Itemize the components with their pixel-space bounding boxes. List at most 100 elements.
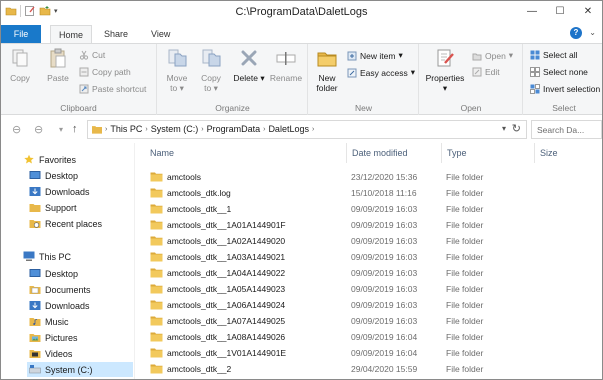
file-row[interactable]: amctools_dtk__1A03A1449021 09/09/2019 16… — [135, 249, 602, 265]
file-row[interactable]: amctools 23/12/2020 15:36 File folder — [135, 169, 602, 185]
tab-share[interactable]: Share — [96, 25, 136, 43]
refresh-icon[interactable]: ↻ — [512, 122, 521, 135]
nav-pc-desktop[interactable]: Desktop — [29, 266, 78, 281]
properties-button[interactable]: Properties ▾ — [423, 47, 467, 93]
file-name: amctools_dtk__1A02A1449020 — [167, 236, 286, 246]
cut-button[interactable]: Cut — [79, 50, 105, 60]
nav-pc-downloads[interactable]: Downloads — [29, 298, 90, 313]
breadcrumb-separator-icon: › — [311, 125, 315, 133]
file-row[interactable]: amctools_dtk__1A02A1449020 09/09/2019 16… — [135, 233, 602, 249]
file-date: 09/09/2019 16:04 — [351, 348, 418, 358]
copy-button[interactable]: Copy — [7, 47, 33, 83]
breadcrumb-daletlogs[interactable]: DaletLogs — [268, 124, 309, 134]
nav-favorites[interactable]: Favorites — [23, 152, 76, 167]
copy-path-button[interactable]: Copy path — [79, 67, 131, 77]
file-row[interactable]: amctools_dtk__1A04A1449022 09/09/2019 16… — [135, 265, 602, 281]
title-bar: ▾ C:\ProgramData\DaletLogs — ☐ ✕ — [1, 1, 602, 25]
column-header-type[interactable]: Type — [447, 148, 467, 158]
file-type: File folder — [446, 204, 484, 214]
ribbon-tabs: File Home Share View ⌄ ? — [1, 25, 602, 43]
new-folder-button[interactable]: New folder — [313, 47, 341, 93]
new-item-button[interactable]: New item ▾ — [347, 50, 403, 61]
paste-button[interactable]: Paste — [45, 47, 71, 83]
column-header-name[interactable]: Name — [150, 148, 174, 158]
search-box[interactable]: Search Da... — [531, 120, 602, 139]
column-divider[interactable] — [346, 143, 347, 163]
folder-icon — [150, 252, 163, 262]
nav-pc-documents[interactable]: Documents — [29, 282, 91, 297]
expand-ribbon-chevron-icon[interactable]: ⌄ — [589, 28, 596, 37]
breadcrumb: › This PC › System (C:) › ProgramData › … — [92, 124, 314, 134]
up-arrow-icon[interactable]: ↑ — [72, 123, 78, 135]
file-row[interactable]: amctools_dtk.log 15/10/2018 11:16 File f… — [135, 185, 602, 201]
address-bar[interactable]: › This PC › System (C:) › ProgramData › … — [87, 120, 527, 139]
easy-access-button[interactable]: Easy access ▾ — [347, 67, 415, 78]
maximize-button[interactable]: ☐ — [546, 1, 574, 21]
breadcrumb-this-pc[interactable]: This PC — [110, 124, 142, 134]
file-row[interactable]: amctools_dtk__1A01A144901F 09/09/2019 16… — [135, 217, 602, 233]
nav-pc-system-c[interactable]: System (C:) — [27, 362, 133, 377]
file-row[interactable]: amctools_dtk__1A08A1449026 09/09/2019 16… — [135, 329, 602, 345]
column-divider[interactable] — [534, 143, 535, 163]
file-row[interactable]: amctools_dtk__2 29/04/2020 15:59 File fo… — [135, 361, 602, 377]
file-date: 09/09/2019 16:03 — [351, 220, 418, 230]
file-date: 23/12/2020 15:36 — [351, 172, 418, 182]
close-button[interactable]: ✕ — [574, 1, 602, 21]
file-row[interactable]: amctools_dtk__1A07A1449025 09/09/2019 16… — [135, 313, 602, 329]
organize-group: Move to ▾ Copy to ▾ Delete ▾ Rename Orga… — [158, 44, 308, 115]
recent-locations-chevron-icon[interactable]: ▾ — [59, 125, 63, 134]
file-type: File folder — [446, 348, 484, 358]
file-row[interactable]: amctools_dtk__1V01A144901E 09/09/2019 16… — [135, 345, 602, 361]
edit-button[interactable]: Edit — [472, 67, 500, 77]
nav-pc-pictures[interactable]: Pictures — [29, 330, 78, 345]
tab-file[interactable]: File — [1, 25, 41, 43]
file-type: File folder — [446, 252, 484, 262]
select-none-button[interactable]: Select none — [530, 67, 588, 77]
column-header-size[interactable]: Size — [540, 148, 558, 158]
copy-to-button[interactable]: Copy to ▾ — [196, 47, 226, 93]
nav-fav-support[interactable]: Support — [29, 200, 77, 215]
file-name: amctools_dtk__1 — [167, 204, 232, 214]
nav-fav-recent[interactable]: Recent places — [29, 216, 102, 231]
nav-fav-desktop[interactable]: Desktop — [29, 168, 78, 183]
back-arrow-icon[interactable]: ⊖ — [12, 123, 21, 136]
nav-pc-videos[interactable]: Videos — [29, 346, 72, 361]
minimize-button[interactable]: — — [518, 1, 546, 21]
nav-this-pc[interactable]: This PC — [23, 249, 71, 264]
forward-arrow-icon[interactable]: ⊖ — [34, 123, 43, 136]
folder-icon — [150, 284, 163, 294]
file-row[interactable]: amctools_dtk__1 09/09/2019 16:03 File fo… — [135, 201, 602, 217]
breadcrumb-system-c[interactable]: System (C:) — [151, 124, 199, 134]
folder-icon — [150, 316, 163, 326]
desktop-icon — [29, 171, 41, 179]
cut-label: Cut — [92, 50, 106, 60]
invert-selection-button[interactable]: Invert selection — [530, 84, 600, 94]
nav-pc-music-label: Music — [45, 316, 69, 327]
open-button[interactable]: Open ▾ — [472, 50, 513, 61]
help-icon[interactable]: ? — [570, 27, 582, 39]
open-group: Properties ▾ Open ▾ Edit Open — [420, 44, 523, 115]
tab-view[interactable]: View — [143, 25, 178, 43]
window-title: C:\ProgramData\DaletLogs — [235, 6, 368, 18]
nav-fav-downloads[interactable]: Downloads — [29, 184, 90, 199]
column-header-date[interactable]: Date modified — [352, 148, 408, 158]
breadcrumb-programdata[interactable]: ProgramData — [207, 124, 261, 134]
select-all-button[interactable]: Select all — [530, 50, 578, 60]
move-to-button[interactable]: Move to ▾ — [162, 47, 192, 93]
tab-home[interactable]: Home — [50, 25, 92, 43]
address-history-chevron-icon[interactable]: ▾ — [502, 124, 506, 133]
open-label: Open — [485, 50, 506, 61]
organize-group-label: Organize — [215, 103, 250, 113]
delete-button[interactable]: Delete ▾ — [232, 47, 266, 83]
folder-icon — [150, 172, 163, 182]
column-divider[interactable] — [441, 143, 442, 163]
nav-pc-music[interactable]: Music — [29, 314, 69, 329]
file-row[interactable]: amctools_dtk__1A06A1449024 09/09/2019 16… — [135, 297, 602, 313]
rename-button[interactable]: Rename — [268, 47, 304, 83]
nav-pc-videos-label: Videos — [45, 348, 73, 359]
scissors-icon — [79, 50, 89, 60]
paste-shortcut-button[interactable]: Paste shortcut — [79, 84, 146, 94]
folder-icon — [150, 236, 163, 246]
select-group-label: Select — [552, 103, 576, 113]
file-row[interactable]: amctools_dtk__1A05A1449023 09/09/2019 16… — [135, 281, 602, 297]
